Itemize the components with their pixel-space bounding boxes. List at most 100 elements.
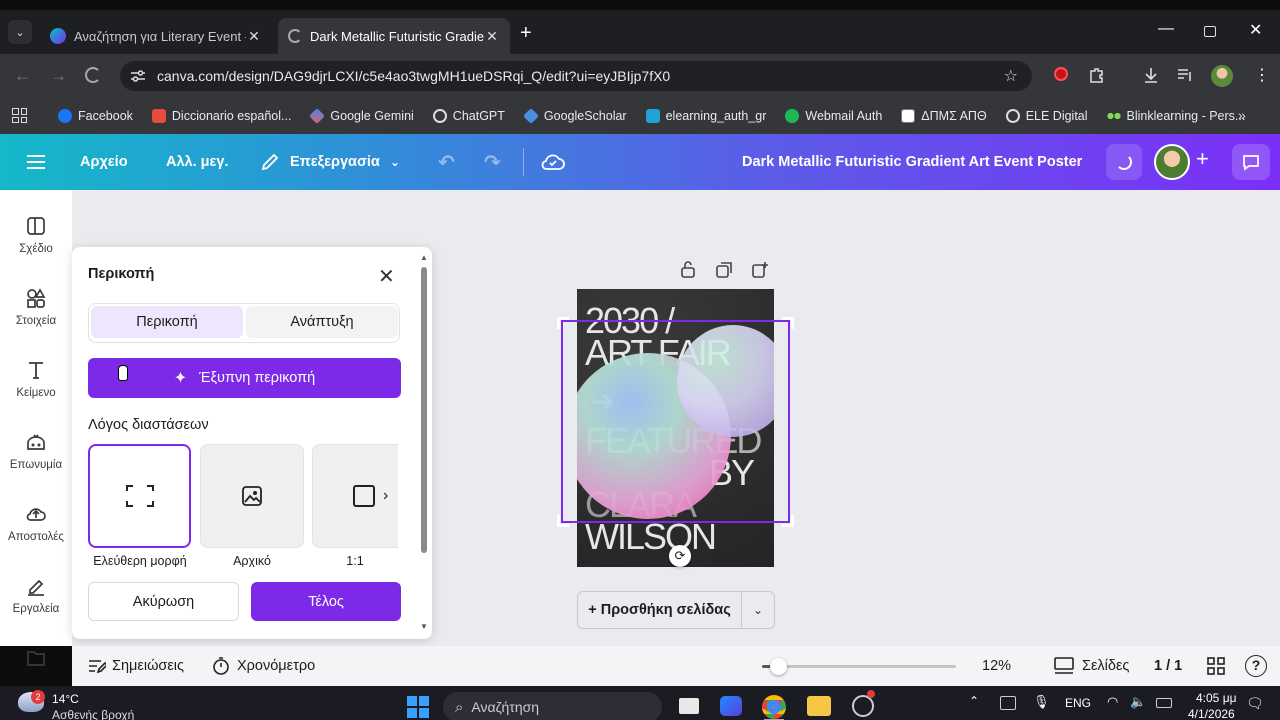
bookmark-webmail[interactable]: Webmail Auth	[785, 109, 882, 123]
cloud-save-icon[interactable]	[541, 134, 565, 190]
document-title[interactable]: Dark Metallic Futuristic Gradient Art Ev…	[742, 134, 1082, 190]
chrome-icon[interactable]	[762, 695, 786, 719]
main-menu-icon[interactable]	[26, 134, 46, 190]
tray-app-icon[interactable]	[1000, 696, 1016, 710]
extensions-puzzle-icon[interactable]	[1088, 66, 1106, 84]
battery-icon[interactable]	[1156, 698, 1172, 708]
cancel-button[interactable]: Ακύρωση	[88, 582, 239, 621]
smart-crop-button[interactable]: ✦ Έξυπνη περικοπή	[88, 358, 401, 398]
close-tab-icon[interactable]: ✕	[246, 28, 262, 45]
minimize-icon[interactable]: —	[1158, 20, 1174, 38]
more-bookmarks-icon[interactable]: »	[1238, 107, 1246, 123]
taskbar-search[interactable]: ⌕ Αναζήτηση	[443, 692, 662, 720]
apps-grid-icon[interactable]	[12, 108, 27, 123]
timer-button[interactable]: Χρονόμετρο	[212, 657, 315, 675]
crop-handle-top-left[interactable]	[557, 317, 569, 329]
close-icon[interactable]: ✕	[378, 264, 395, 289]
sidebar-item-tools[interactable]: Εργαλεία	[0, 575, 72, 615]
address-bar[interactable]: canva.com/design/DAG9djrLCXI/c5e4ao3twgM…	[120, 61, 1032, 91]
windows-start-icon[interactable]	[407, 696, 429, 718]
grid-view-icon[interactable]	[1207, 657, 1225, 675]
weather-desc[interactable]: Ασθενής βροχή	[52, 708, 134, 720]
wifi-icon[interactable]: ◠	[1107, 694, 1118, 710]
tab-crop[interactable]: Περικοπή	[91, 306, 243, 338]
clock-date[interactable]: 4/1/2026	[1188, 707, 1235, 720]
tray-overflow-icon[interactable]: ⌃	[969, 694, 979, 708]
bookmark-diccionario[interactable]: Diccionario español...	[151, 109, 291, 123]
tab-search-button[interactable]: ⌄	[8, 20, 32, 44]
aspect-option-original[interactable]	[200, 444, 304, 548]
rotate-handle-icon[interactable]: ⟳	[669, 545, 691, 567]
clock-time[interactable]: 4:05 μμ	[1196, 691, 1237, 705]
add-page-button[interactable]: + Προσθήκη σελίδας	[578, 592, 742, 628]
zoom-slider-track[interactable]	[762, 658, 956, 675]
scroll-down-icon[interactable]: ▼	[420, 622, 428, 631]
new-tab-icon[interactable]: +	[520, 22, 532, 45]
microphone-icon[interactable]: 🎙	[1033, 694, 1050, 710]
sidebar-item-elements[interactable]: Στοιχεία	[0, 287, 72, 327]
bookmark-chatgpt[interactable]: ChatGPT	[432, 109, 505, 123]
bookmark-gemini[interactable]: Google Gemini	[309, 108, 414, 124]
forward-icon[interactable]: →	[50, 66, 67, 86]
close-window-icon[interactable]: ✕	[1249, 20, 1262, 40]
aspect-option-square[interactable]: ›	[312, 444, 398, 548]
tab-literary-event[interactable]: Αναζήτηση για Literary Event - ✕	[40, 18, 272, 54]
back-icon[interactable]: ←	[14, 66, 31, 86]
sidebar-item-projects[interactable]	[0, 647, 72, 675]
file-menu-button[interactable]: Αρχείο	[80, 134, 128, 190]
browser-menu-icon[interactable]: ⋮	[1254, 65, 1270, 85]
tab-dark-metallic-poster[interactable]: Dark Metallic Futuristic Gradien ✕	[278, 18, 510, 54]
pages-button[interactable]: Σελίδες	[1054, 657, 1129, 675]
lock-icon[interactable]	[680, 261, 696, 278]
bookmark-googlescholar[interactable]: GoogleScholar	[522, 108, 627, 124]
add-page-icon[interactable]	[752, 261, 769, 278]
redo-icon[interactable]: ↷	[484, 134, 501, 190]
zoom-value[interactable]: 12%	[982, 658, 1011, 674]
comments-button[interactable]	[1232, 144, 1270, 180]
sidebar-item-text[interactable]: Κείμενο	[0, 359, 72, 399]
crop-handle-bottom-right[interactable]	[782, 515, 794, 527]
edit-menu-button[interactable]: Επεξεργασία ⌄	[260, 134, 400, 190]
volume-icon[interactable]: 🔈	[1130, 694, 1146, 710]
tab-expand[interactable]: Ανάπτυξη	[246, 306, 398, 338]
crop-selection-frame[interactable]	[561, 320, 790, 523]
media-queue-icon[interactable]	[1176, 66, 1194, 84]
bookmark-dpms[interactable]: ΔΠΜΣ ΑΠΘ	[901, 109, 987, 123]
user-avatar[interactable]	[1154, 144, 1190, 180]
restore-icon[interactable]	[1204, 26, 1216, 37]
mail-app-icon[interactable]	[720, 696, 742, 716]
bookmark-elearning[interactable]: elearning_auth_gr	[645, 109, 766, 123]
scroll-up-icon[interactable]: ▲	[420, 253, 428, 262]
loading-spinner-button[interactable]	[1106, 144, 1142, 180]
scroll-right-icon[interactable]: ›	[383, 487, 388, 505]
obs-app-icon[interactable]	[852, 695, 874, 717]
bookmark-blinklearning[interactable]: Blinklearning - Pers...	[1106, 109, 1245, 123]
bookmark-ele-digital[interactable]: ELE Digital	[1005, 109, 1088, 123]
bookmark-facebook[interactable]: Facebook	[58, 109, 133, 123]
undo-icon[interactable]: ↶	[438, 134, 455, 190]
loading-icon[interactable]	[85, 67, 101, 83]
close-tab-icon[interactable]: ✕	[484, 28, 500, 45]
language-indicator[interactable]: ENG	[1065, 696, 1091, 710]
sidebar-item-design[interactable]: Σχέδιο	[0, 215, 72, 255]
crop-handle-bottom-left[interactable]	[557, 515, 569, 527]
panel-scrollbar[interactable]: ▲ ▼	[420, 253, 428, 631]
help-icon[interactable]: ?	[1245, 655, 1267, 677]
scrollbar-thumb[interactable]	[421, 267, 427, 553]
resize-button[interactable]: Αλλ. μεγ.	[166, 134, 229, 190]
bookmark-star-icon[interactable]: ☆	[1004, 66, 1018, 86]
zoom-slider-thumb[interactable]	[769, 658, 787, 675]
weather-temp[interactable]: 14°C	[52, 692, 79, 706]
sidebar-item-brand[interactable]: Επωνυμία	[0, 431, 72, 471]
notification-center-icon[interactable]: 🗨	[1246, 695, 1264, 712]
aspect-option-freeform[interactable]	[88, 444, 191, 548]
download-icon[interactable]	[1142, 66, 1160, 84]
crop-handle-top-right[interactable]	[782, 317, 794, 329]
chevron-down-icon[interactable]: ⌄	[742, 603, 774, 617]
extension-icon[interactable]	[1054, 67, 1068, 81]
duplicate-icon[interactable]	[716, 262, 733, 278]
sidebar-item-uploads[interactable]: Αποστολές	[0, 503, 72, 543]
task-view-icon[interactable]	[679, 698, 699, 714]
share-add-icon[interactable]: +	[1196, 146, 1209, 172]
done-button[interactable]: Τέλος	[251, 582, 401, 621]
